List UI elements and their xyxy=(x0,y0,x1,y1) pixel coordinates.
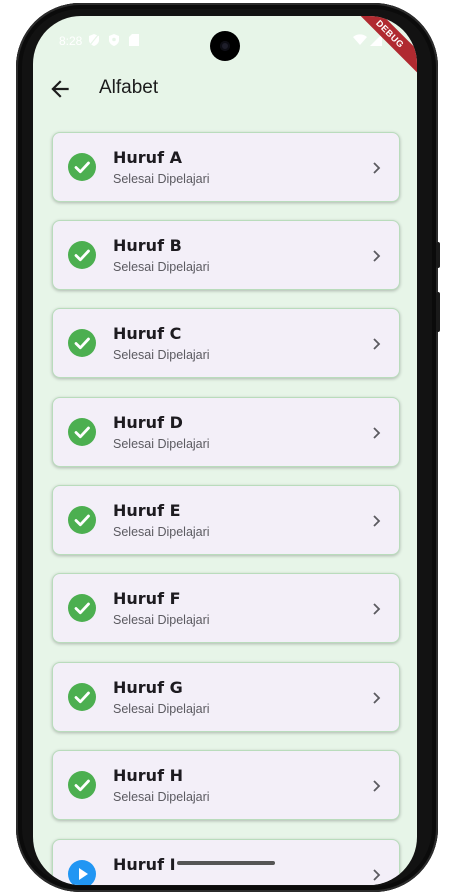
check-circle-icon xyxy=(68,771,96,799)
chevron-right-icon xyxy=(371,779,381,792)
shield-icon xyxy=(89,34,99,46)
item-title: Huruf D xyxy=(113,413,183,432)
chevron-right-icon xyxy=(371,337,381,350)
front-camera xyxy=(210,31,240,61)
item-title: Huruf C xyxy=(113,324,182,343)
app-bar: Alfabet xyxy=(33,64,417,114)
list-item[interactable]: Huruf A Selesai Dipelajari xyxy=(52,132,400,202)
check-circle-icon xyxy=(68,329,96,357)
check-circle-icon xyxy=(68,241,96,269)
item-title: Huruf E xyxy=(113,501,181,520)
status-bar: 8:28 DEBUG xyxy=(33,16,417,79)
check-circle-icon xyxy=(68,506,96,534)
list-item[interactable]: Huruf D Selesai Dipelajari xyxy=(52,397,400,467)
status-time: 8:28 xyxy=(59,34,83,48)
item-title: Huruf I xyxy=(113,855,176,874)
app-screen: 8:28 DEBUG Alfabet Huruf A Selesai Dipel… xyxy=(33,16,417,885)
list-item[interactable]: Huruf E Selesai Dipelajari xyxy=(52,485,400,555)
location-icon xyxy=(109,34,119,46)
chevron-right-icon xyxy=(371,691,381,704)
item-subtitle: Selesai Dipelajari xyxy=(113,172,210,186)
item-title: Huruf A xyxy=(113,148,182,167)
chevron-right-icon xyxy=(371,602,381,615)
item-title: Huruf G xyxy=(113,678,183,697)
check-circle-icon xyxy=(68,683,96,711)
check-circle-icon xyxy=(68,418,96,446)
check-circle-icon xyxy=(68,153,96,181)
chevron-right-icon xyxy=(371,868,381,881)
list-item[interactable]: Huruf F Selesai Dipelajari xyxy=(52,573,400,643)
item-title: Huruf B xyxy=(113,236,182,255)
play-circle-icon xyxy=(68,860,96,885)
list-item[interactable]: Huruf B Selesai Dipelajari xyxy=(52,220,400,290)
item-subtitle: Selesai Dipelajari xyxy=(113,437,210,451)
chevron-right-icon xyxy=(371,249,381,262)
back-button[interactable] xyxy=(47,76,73,102)
item-subtitle: Selesai Dipelajari xyxy=(113,260,210,274)
item-title: Huruf H xyxy=(113,766,183,785)
wifi-icon xyxy=(353,34,367,46)
list-item[interactable]: Huruf G Selesai Dipelajari xyxy=(52,662,400,732)
item-subtitle: Selesai Dipelajari xyxy=(113,348,210,362)
page-title: Alfabet xyxy=(99,77,159,98)
item-subtitle: Selesai Dipelajari xyxy=(113,790,210,804)
power-button xyxy=(436,292,440,332)
item-subtitle: Selesai Dipelajari xyxy=(113,525,210,539)
chevron-right-icon xyxy=(371,514,381,527)
item-subtitle: Selesai Dipelajari xyxy=(113,702,210,716)
volume-button xyxy=(436,242,440,268)
list-item[interactable]: Huruf H Selesai Dipelajari xyxy=(52,750,400,820)
home-indicator[interactable] xyxy=(177,861,275,865)
list-item[interactable]: Huruf C Selesai Dipelajari xyxy=(52,308,400,378)
item-title: Huruf F xyxy=(113,589,181,608)
chevron-right-icon xyxy=(371,161,381,174)
item-subtitle: Selesai Dipelajari xyxy=(113,613,210,627)
check-circle-icon xyxy=(68,594,96,622)
chevron-right-icon xyxy=(371,426,381,439)
sd-card-icon xyxy=(129,34,139,46)
arrow-back-icon xyxy=(51,80,69,98)
